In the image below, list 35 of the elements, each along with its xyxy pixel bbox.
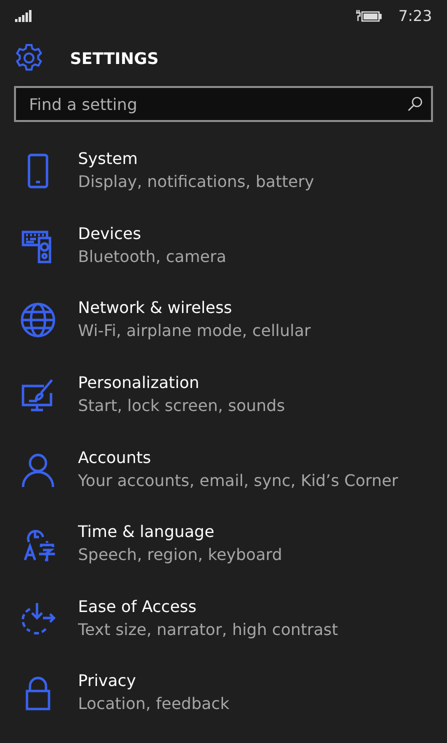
clock-time: 7:23 [398, 7, 432, 25]
category-description: Bluetooth, camera [78, 246, 226, 268]
settings-category[interactable]: Privacy Location, feedback [0, 656, 447, 731]
settings-category[interactable]: Network & wireless Wi-Fi, airplane mode, cellular [0, 283, 447, 358]
settings-category[interactable]: Time & language Speech, region, keyboard [0, 506, 447, 582]
category-description: Display, notifications, battery [78, 171, 314, 194]
search-field[interactable]: Find a setting [14, 86, 433, 122]
category-title: Accounts [78, 446, 152, 469]
category-description: Your accounts, email, sync, Kid’s Corner [78, 470, 398, 492]
category-description: Start, lock screen, sounds [78, 395, 285, 418]
settings-category[interactable]: Personalization Start, lock screen, sounds [0, 358, 447, 432]
category-description: Location, feedback [78, 693, 230, 716]
settings-category[interactable]: Accounts Your accounts, email, sync, Kid’s Corner [0, 432, 447, 507]
settings-category[interactable]: Ease of Access Text size, narrator, high contrast [0, 582, 447, 656]
category-title: Personalization [78, 372, 200, 394]
category-description: Speech, region, keyboard [78, 544, 282, 566]
search-icon[interactable] [407, 96, 423, 112]
category-description: Text size, narrator, high contrast [78, 618, 338, 641]
settings-category[interactable]: System Display, notifications, battery [0, 134, 447, 209]
category-title: System [78, 148, 139, 170]
gear-icon [14, 43, 44, 73]
category-title: Ease of Access [78, 596, 198, 618]
category-title: Privacy [78, 670, 137, 692]
person-icon [20, 452, 56, 488]
page-title: SETTINGS [70, 48, 159, 68]
settings-category[interactable]: Devices Bluetooth, camera [0, 208, 447, 284]
signal-icon [15, 10, 32, 22]
battery-charging-icon [354, 9, 382, 23]
category-title: Network & wireless [78, 297, 234, 320]
category-description: Wi-Fi, airplane mode, cellular [78, 320, 311, 342]
globe-icon [20, 302, 56, 338]
monitor-brush-icon [20, 377, 56, 414]
category-title: Devices [78, 222, 142, 245]
category-title: Time & language [78, 521, 216, 544]
dashed-circle-arrows-icon [20, 600, 56, 637]
